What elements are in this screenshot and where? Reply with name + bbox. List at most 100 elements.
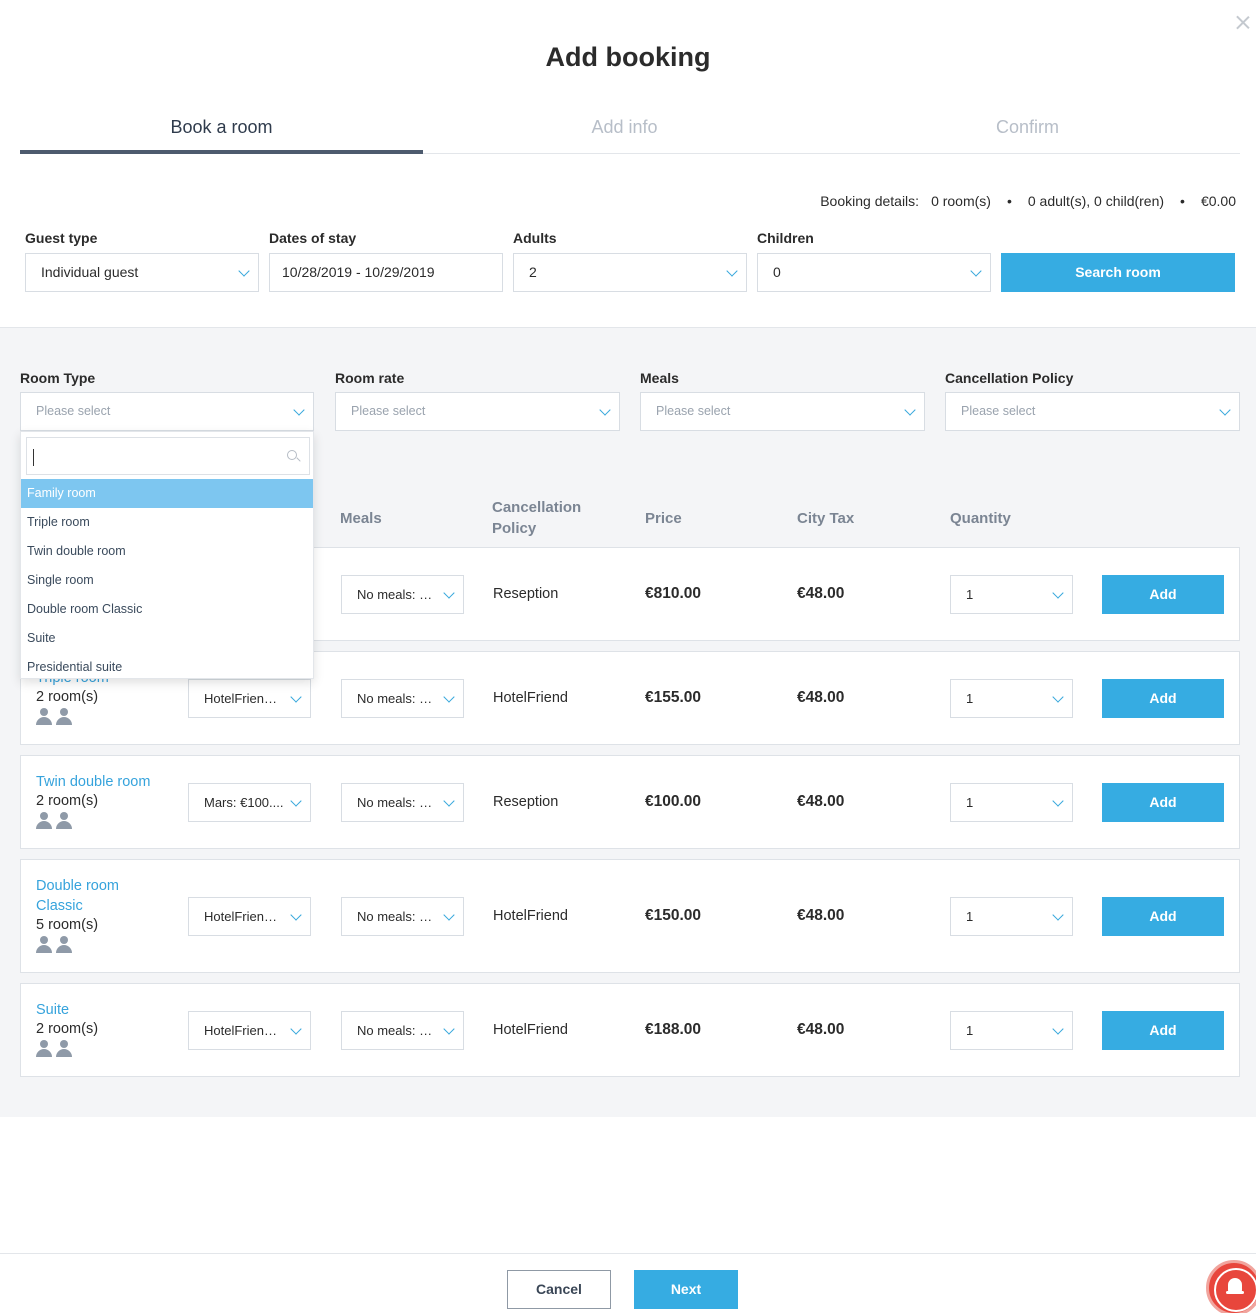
room-rate-select[interactable]: HotelFriend:... (188, 1011, 311, 1050)
room-rate-value: Mars: €100.... (204, 795, 284, 810)
column-header-cancellation-policy: Cancellation Policy (492, 499, 582, 537)
meals-plan-value: No meals: €... (357, 909, 437, 924)
chevron-down-icon (443, 691, 455, 703)
close-icon[interactable] (1234, 13, 1252, 31)
chevron-down-icon (290, 795, 302, 807)
quantity-value: 1 (966, 795, 974, 810)
booking-details: Booking details: 0 room(s) • 0 adult(s),… (820, 193, 1236, 209)
room-rate-value: HotelFriend:... (204, 691, 284, 706)
room-type-search-input[interactable] (26, 437, 310, 475)
dropdown-option[interactable]: Suite (21, 624, 313, 653)
price-value: €100.00 (645, 793, 702, 810)
meals-plan-select[interactable]: No meals: €... (341, 575, 464, 614)
booking-details-total: €0.00 (1200, 193, 1236, 209)
meals-plan-select[interactable]: No meals: €... (341, 783, 464, 822)
guests-icon (36, 1040, 74, 1058)
city-tax-value: €48.00 (797, 1021, 845, 1038)
chevron-down-icon (1052, 1023, 1064, 1035)
cancellation-policy-value: HotelFriend (493, 690, 568, 706)
dropdown-option[interactable]: Single room (21, 566, 313, 595)
tab-confirm[interactable]: Confirm (826, 106, 1229, 154)
column-header-meals: Meals (340, 510, 382, 527)
city-tax-value: €48.00 (797, 689, 845, 706)
cancel-button[interactable]: Cancel (507, 1270, 611, 1309)
city-tax-value: €48.00 (797, 793, 845, 810)
quantity-select[interactable]: 1 (950, 897, 1073, 936)
guests-icon (36, 936, 74, 954)
dates-of-stay-field[interactable]: 10/28/2019 - 10/29/2019 (269, 253, 503, 292)
chevron-down-icon (904, 404, 916, 416)
chevron-down-icon (293, 404, 305, 416)
guest-type-value: Individual guest (41, 264, 139, 280)
room-rate-select[interactable]: HotelFriend:... (188, 679, 311, 718)
cancellation-placeholder: Please select (961, 404, 1036, 418)
chevron-down-icon (290, 909, 302, 921)
chevron-down-icon (970, 265, 982, 277)
room-count: 2 room(s) (36, 689, 99, 705)
room-count: 2 room(s) (36, 793, 99, 809)
quantity-select[interactable]: 1 (950, 1011, 1073, 1050)
add-room-button[interactable]: Add (1102, 679, 1224, 718)
adults-label: Adults (513, 230, 557, 246)
quantity-select[interactable]: 1 (950, 575, 1073, 614)
room-type-select[interactable]: Please select (20, 392, 314, 431)
tab-book-a-room[interactable]: Book a room (20, 106, 423, 154)
add-room-button[interactable]: Add (1102, 897, 1224, 936)
room-rate-placeholder: Please select (351, 404, 426, 418)
price-value: €188.00 (645, 1021, 702, 1038)
tab-add-info[interactable]: Add info (423, 106, 826, 154)
children-select[interactable]: 0 (757, 253, 991, 292)
add-room-button[interactable]: Add (1102, 1011, 1224, 1050)
room-name-link[interactable]: Double room Classic (36, 876, 146, 916)
chevron-down-icon (1052, 587, 1064, 599)
guests-icon (36, 812, 74, 830)
dates-value: 10/28/2019 - 10/29/2019 (282, 264, 435, 280)
modal-title: Add booking (545, 42, 711, 72)
meals-select[interactable]: Please select (640, 392, 925, 431)
search-room-button[interactable]: Search room (1001, 253, 1235, 292)
room-name-link[interactable]: Twin double room (36, 772, 150, 792)
dropdown-option[interactable]: Family room (21, 479, 313, 508)
next-button[interactable]: Next (634, 1270, 738, 1309)
meals-plan-select[interactable]: No meals: €... (341, 1011, 464, 1050)
separator-dot: • (1180, 193, 1185, 209)
meals-plan-value: No meals: €... (357, 1023, 437, 1038)
cancellation-policy-select[interactable]: Please select (945, 392, 1240, 431)
room-rate-select[interactable]: Mars: €100.... (188, 783, 311, 822)
dropdown-option[interactable]: Twin double room (21, 537, 313, 566)
column-header-price: Price (645, 510, 682, 527)
guest-type-select[interactable]: Individual guest (25, 253, 259, 292)
room-type-dropdown: Family room Triple room Twin double room… (20, 431, 314, 679)
room-count: 2 room(s) (36, 1021, 99, 1037)
room-name-link[interactable]: Suite (36, 1000, 69, 1020)
adults-select[interactable]: 2 (513, 253, 747, 292)
add-room-button[interactable]: Add (1102, 783, 1224, 822)
dropdown-option[interactable]: Double room Classic (21, 595, 313, 624)
cancellation-policy-value: Reseption (493, 586, 559, 602)
adults-value: 2 (529, 264, 537, 280)
chevron-down-icon (726, 265, 738, 277)
dropdown-option[interactable]: Presidential suite (21, 653, 313, 682)
quantity-value: 1 (966, 691, 974, 706)
quantity-select[interactable]: 1 (950, 679, 1073, 718)
chevron-down-icon (1052, 795, 1064, 807)
children-value: 0 (773, 264, 781, 280)
dropdown-option[interactable]: Triple room (21, 508, 313, 537)
meals-plan-select[interactable]: No meals: €... (341, 679, 464, 718)
add-room-button[interactable]: Add (1102, 575, 1224, 614)
price-value: €150.00 (645, 907, 702, 924)
quantity-value: 1 (966, 909, 974, 924)
chevron-down-icon (443, 1023, 455, 1035)
chevron-down-icon (238, 265, 250, 277)
city-tax-value: €48.00 (797, 585, 845, 602)
meals-plan-select[interactable]: No meals: €... (341, 897, 464, 936)
separator-dot: • (1006, 193, 1012, 209)
room-rate-select[interactable]: Please select (335, 392, 620, 431)
children-label: Children (757, 230, 814, 246)
room-rate-select[interactable]: HotelFriend:... (188, 897, 311, 936)
room-rate-label: Room rate (335, 370, 405, 386)
column-header-city-tax: City Tax (797, 510, 855, 527)
notification-bell-button[interactable] (1206, 1260, 1256, 1313)
bell-icon (1226, 1278, 1244, 1298)
quantity-select[interactable]: 1 (950, 783, 1073, 822)
